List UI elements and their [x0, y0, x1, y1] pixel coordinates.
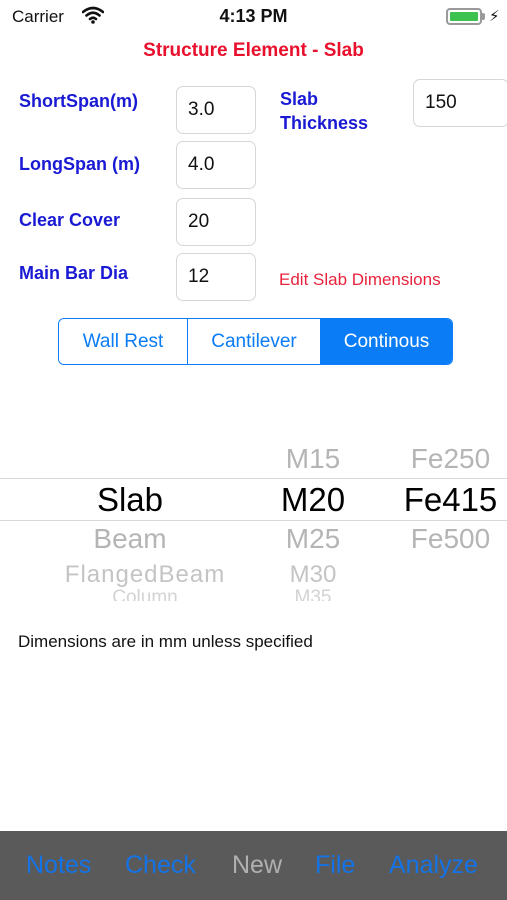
units-note: Dimensions are in mm unless specified [18, 632, 313, 651]
picker-element-option[interactable]: Beam [60, 523, 200, 555]
picker-steel-selected[interactable]: Fe415 [393, 481, 507, 519]
toolbar-analyze-button[interactable]: Analyze [389, 851, 478, 880]
slab-thickness-input[interactable] [413, 79, 507, 127]
picker-steel-option[interactable]: Fe500 [393, 523, 507, 555]
support-condition-segmented-control: Wall Rest Cantilever Continous [58, 318, 453, 365]
toolbar-file-button[interactable]: File [315, 851, 355, 880]
element-grade-picker[interactable]: Slab Beam FlangedBeam Column M15 M20 M25… [0, 435, 507, 605]
picker-concrete-option[interactable]: M30 [258, 561, 368, 589]
slab-thickness-label-line2: Thickness [280, 113, 369, 133]
slab-thickness-label-line1: Slab [280, 89, 319, 109]
status-bar: Carrier 4:13 PM ⚡ [0, 0, 507, 34]
toolbar-check-button[interactable]: Check [125, 851, 196, 880]
charging-bolt-icon: ⚡ [489, 8, 500, 25]
status-time: 4:13 PM [219, 6, 288, 26]
picker-steel-option[interactable]: Fe250 [393, 443, 507, 475]
picker-bottom-divider [0, 520, 507, 521]
short-span-input[interactable] [176, 86, 256, 134]
slab-thickness-label: Slab Thickness [280, 87, 368, 135]
picker-concrete-option[interactable]: M15 [258, 443, 368, 475]
picker-concrete-selected[interactable]: M20 [258, 481, 368, 519]
toolbar-new-button[interactable]: New [232, 851, 282, 880]
bottom-toolbar: Notes Check New File Analyze [0, 831, 507, 900]
segment-cantilever[interactable]: Cantilever [188, 319, 321, 364]
main-bar-dia-input[interactable] [176, 253, 256, 301]
picker-concrete-option[interactable]: M35 [258, 587, 368, 601]
toolbar-notes-button[interactable]: Notes [26, 851, 91, 880]
segment-continous[interactable]: Continous [321, 319, 452, 364]
edit-slab-dimensions-link[interactable]: Edit Slab Dimensions [279, 270, 441, 290]
long-span-label: LongSpan (m) [19, 154, 140, 174]
page-title: Structure Element - Slab [143, 40, 364, 61]
battery-icon [446, 8, 482, 25]
clear-cover-label: Clear Cover [19, 210, 121, 230]
main-bar-dia-label: Main Bar Dia [19, 263, 129, 283]
segment-wall-rest[interactable]: Wall Rest [59, 319, 188, 364]
picker-element-selected[interactable]: Slab [60, 481, 200, 519]
long-span-input[interactable] [176, 141, 256, 189]
picker-concrete-option[interactable]: M25 [258, 523, 368, 555]
clear-cover-input[interactable] [176, 198, 256, 246]
picker-element-option[interactable]: Column [45, 587, 245, 601]
picker-element-option[interactable]: FlangedBeam [45, 561, 245, 589]
battery-level [450, 12, 478, 21]
short-span-label: ShortSpan(m) [19, 91, 138, 111]
battery-tip [482, 13, 485, 20]
picker-top-divider [0, 478, 507, 479]
